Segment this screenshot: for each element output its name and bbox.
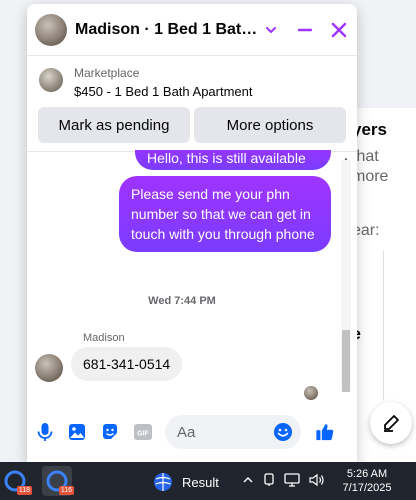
like-button[interactable]: [315, 422, 335, 442]
chevron-down-button[interactable]: [261, 20, 281, 40]
clock-time: 5:26 AM: [346, 468, 388, 480]
notification-badge: 118: [16, 486, 32, 495]
chat-header[interactable]: Madison · 1 Bed 1 Bath Ap...: [27, 4, 357, 56]
marketplace-listing[interactable]: Marketplace $450 - 1 Bed 1 Bath Apartmen…: [27, 56, 357, 107]
close-icon: [331, 22, 347, 37]
photo-icon: [69, 424, 86, 440]
sender-name: Madison: [83, 332, 125, 344]
message-input-box[interactable]: [164, 415, 301, 449]
chevron-up-icon[interactable]: [242, 474, 254, 486]
compose-icon: [384, 415, 399, 432]
listing-name: $450 - 1 Bed 1 Bath Apartment: [74, 84, 253, 99]
message-text: Hello, this is still available: [147, 150, 306, 166]
message-timestamp: Wed 7:44 PM: [148, 295, 216, 307]
chevron-down-icon: [266, 26, 276, 33]
microphone-icon: [37, 423, 53, 441]
message-input[interactable]: [176, 423, 273, 441]
emoji-button[interactable]: [273, 422, 293, 442]
notification-badge: 116: [58, 486, 74, 495]
device-icon[interactable]: [263, 473, 275, 487]
gif-icon: GIF: [133, 424, 152, 440]
avatar[interactable]: [35, 13, 67, 46]
clock-date: 7/17/2025: [342, 482, 392, 494]
gif-button[interactable]: GIF: [133, 422, 153, 442]
voice-clip-button[interactable]: [36, 422, 54, 442]
message-thread[interactable]: Hello, this is still available Please se…: [27, 150, 357, 402]
background-divider: [383, 250, 384, 400]
emoji-icon: [273, 423, 292, 441]
attach-photo-button[interactable]: [68, 422, 86, 442]
taskbar-app-active[interactable]: 116: [42, 466, 74, 496]
outgoing-message[interactable]: Please send me your phn number so that w…: [119, 176, 331, 252]
sender-avatar[interactable]: [35, 354, 63, 382]
scrollbar[interactable]: [341, 160, 351, 392]
incoming-message[interactable]: 681-341-0514: [71, 347, 183, 381]
gif-label: GIF: [137, 431, 149, 438]
system-clock[interactable]: 5:26 AM 7/17/2025: [338, 467, 396, 495]
chat-title[interactable]: Madison · 1 Bed 1 Bath Ap...: [75, 21, 261, 39]
system-tray: [242, 473, 325, 487]
minimize-button[interactable]: [295, 20, 315, 40]
mark-as-pending-button[interactable]: Mark as pending: [38, 107, 190, 143]
thumbs-up-icon: [316, 424, 334, 441]
read-receipt-avatar: [304, 386, 318, 400]
listing-thumbnail: [39, 68, 63, 92]
message-composer: GIF: [27, 412, 357, 452]
weather-widget[interactable]: Result: [152, 471, 219, 493]
scrollbar-thumb[interactable]: [342, 330, 350, 392]
chat-window: Madison · 1 Bed 1 Bath Ap... Marketpla: [27, 4, 357, 462]
outgoing-message[interactable]: Hello, this is still available: [135, 150, 331, 170]
new-message-button[interactable]: [370, 402, 412, 444]
weather-label: Result: [182, 474, 219, 490]
sticker-icon: [102, 424, 117, 439]
minimize-icon: [297, 28, 313, 31]
more-options-button[interactable]: More options: [194, 107, 346, 143]
taskbar-app[interactable]: 118: [0, 466, 32, 496]
globe-icon: [154, 473, 172, 491]
listing-kind: Marketplace: [74, 66, 140, 80]
windows-taskbar: 118 116 Result 5:26 AM 7/17/2025: [0, 462, 416, 500]
close-button[interactable]: [329, 20, 349, 40]
volume-icon[interactable]: [309, 473, 325, 487]
background-heading: yers: [352, 120, 387, 139]
network-icon[interactable]: [284, 473, 300, 487]
background-text: more: [352, 168, 389, 185]
sticker-button[interactable]: [101, 422, 119, 442]
